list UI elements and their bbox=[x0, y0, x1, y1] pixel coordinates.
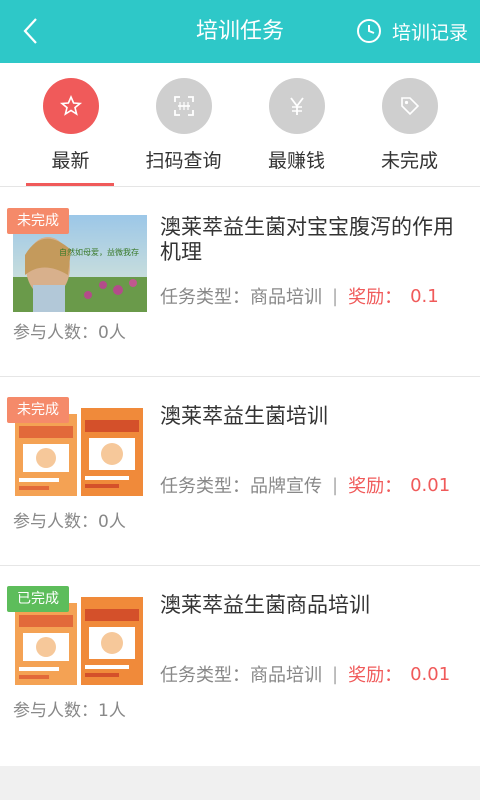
tab-label: 最赚钱 bbox=[267, 150, 325, 172]
tab-scan-query[interactable]: 扫码查询 bbox=[127, 63, 240, 186]
active-tab-indicator bbox=[26, 183, 114, 186]
tag-icon bbox=[400, 97, 419, 116]
status-badge: 未完成 bbox=[7, 208, 69, 234]
history-label: 培训记录 bbox=[391, 21, 468, 44]
separator: | bbox=[332, 474, 339, 496]
participant-count: 参与人数：1人 bbox=[13, 701, 126, 721]
task-list: 自然如母爱，益微我存 未完成 澳莱萃益生菌对宝宝腹泻的作用机理 任务类型：商品培… bbox=[0, 188, 480, 755]
status-badge: 未完成 bbox=[7, 397, 69, 423]
task-meta: 任务类型：品牌宣传 | 奖励： 0.01 bbox=[160, 472, 450, 498]
task-meta: 任务类型：商品培训 | 奖励： 0.01 bbox=[160, 661, 450, 687]
reward-value: 0.01 bbox=[410, 474, 451, 496]
tab-label: 扫码查询 bbox=[145, 150, 222, 172]
participant-count: 参与人数：0人 bbox=[13, 323, 126, 343]
category-tabs: 最新 扫码查询 最赚钱 未完成 bbox=[0, 63, 480, 187]
task-type: 任务类型：商品培训 bbox=[160, 665, 322, 686]
separator: | bbox=[332, 663, 339, 685]
footer-area bbox=[0, 766, 480, 800]
history-button[interactable]: 培训记录 bbox=[356, 14, 468, 48]
yen-icon bbox=[289, 97, 304, 115]
reward-label: 奖励： bbox=[348, 476, 403, 497]
task-title: 澳莱萃益生菌商品培训 bbox=[160, 593, 370, 617]
list-item[interactable]: 自然如母爱，益微我存 未完成 澳莱萃益生菌对宝宝腹泻的作用机理 任务类型：商品培… bbox=[0, 188, 480, 377]
separator: | bbox=[332, 285, 339, 307]
task-type: 任务类型：商品培训 bbox=[160, 287, 322, 308]
star-icon bbox=[59, 94, 82, 116]
app-header: 培训任务 培训记录 bbox=[0, 0, 480, 63]
list-item[interactable]: 已完成 澳莱萃益生菌商品培训 任务类型：商品培训 | 奖励： 0.01 参与人数… bbox=[0, 566, 480, 755]
reward-label: 奖励： bbox=[348, 665, 403, 686]
tab-label: 最新 bbox=[51, 150, 90, 172]
clock-icon bbox=[356, 19, 381, 43]
reward-label: 奖励： bbox=[348, 287, 403, 308]
task-title: 澳莱萃益生菌对宝宝腹泻的作用机理 bbox=[160, 215, 454, 264]
tab-label: 未完成 bbox=[380, 150, 438, 172]
status-badge: 已完成 bbox=[7, 586, 69, 612]
list-item[interactable]: 未完成 澳莱萃益生菌培训 任务类型：品牌宣传 | 奖励： 0.01 参与人数：0… bbox=[0, 377, 480, 566]
scan-icon bbox=[173, 96, 194, 116]
task-title: 澳莱萃益生菌培训 bbox=[160, 404, 328, 428]
task-meta: 任务类型：商品培训 | 奖励： 0.1 bbox=[160, 283, 439, 309]
svg-text:自然如母爱，益微我存: 自然如母爱，益微我存 bbox=[59, 247, 139, 257]
tab-latest[interactable]: 最新 bbox=[14, 63, 127, 186]
reward-value: 0.01 bbox=[410, 663, 451, 685]
participant-count: 参与人数：0人 bbox=[13, 512, 126, 532]
task-type: 任务类型：品牌宣传 bbox=[160, 476, 322, 497]
tab-most-profitable[interactable]: 最赚钱 bbox=[240, 63, 353, 186]
reward-value: 0.1 bbox=[410, 285, 439, 307]
tab-incomplete[interactable]: 未完成 bbox=[353, 63, 466, 186]
